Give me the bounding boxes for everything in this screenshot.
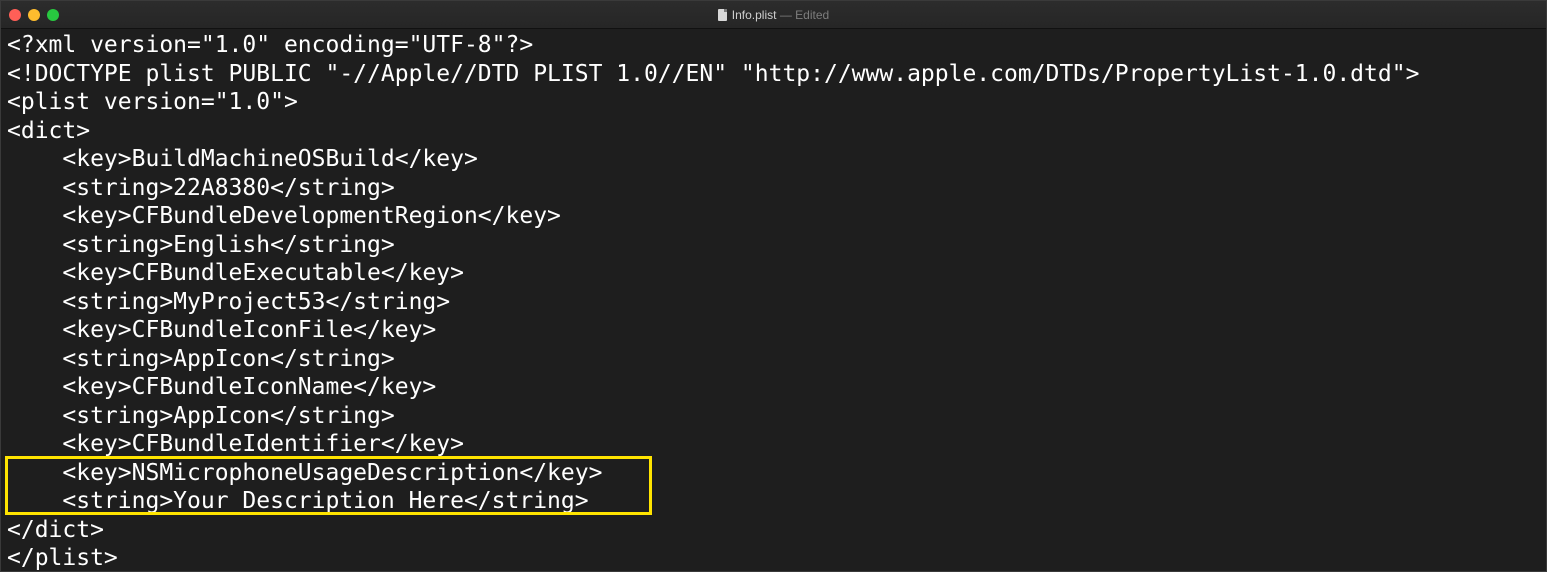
code-line[interactable]: <key>CFBundleExecutable</key> [7,259,1542,288]
code-line[interactable]: <string>MyProject53</string> [7,288,1542,317]
code-line[interactable]: <string>22A8380</string> [7,174,1542,203]
code-line[interactable]: <key>NSMicrophoneUsageDescription</key> [7,459,1542,488]
window-title: Info.plist — Edited [1,8,1546,22]
code-line[interactable]: <plist version="1.0"> [7,88,1542,117]
title-bar[interactable]: Info.plist — Edited [1,1,1546,29]
document-icon[interactable] [717,9,727,21]
code-line[interactable]: </plist> [7,544,1542,571]
text-editing-area[interactable]: <?xml version="1.0" encoding="UTF-8"?> <… [7,31,1542,571]
code-line[interactable]: <key>CFBundleIconName</key> [7,373,1542,402]
code-line[interactable]: <!DOCTYPE plist PUBLIC "-//Apple//DTD PL… [7,60,1542,89]
window-title-separator: — [779,8,792,22]
text-editor-window: Info.plist — Edited <?xml version="1.0" … [0,0,1547,572]
code-line[interactable]: <key>BuildMachineOSBuild</key> [7,145,1542,174]
code-line[interactable]: <string>AppIcon</string> [7,345,1542,374]
code-line[interactable]: <key>CFBundleIdentifier</key> [7,430,1542,459]
code-line[interactable]: <string>AppIcon</string> [7,402,1542,431]
code-line[interactable]: <string>Your Description Here</string> [7,487,1542,516]
code-line[interactable]: </dict> [7,516,1542,545]
code-line[interactable]: <string>English</string> [7,231,1542,260]
code-line[interactable]: <key>CFBundleDevelopmentRegion</key> [7,202,1542,231]
window-title-edited-status: Edited [795,8,830,22]
code-line[interactable]: <key>CFBundleIconFile</key> [7,316,1542,345]
window-title-filename: Info.plist [731,8,777,22]
code-line[interactable]: <dict> [7,117,1542,146]
code-line[interactable]: <?xml version="1.0" encoding="UTF-8"?> [7,31,1542,60]
